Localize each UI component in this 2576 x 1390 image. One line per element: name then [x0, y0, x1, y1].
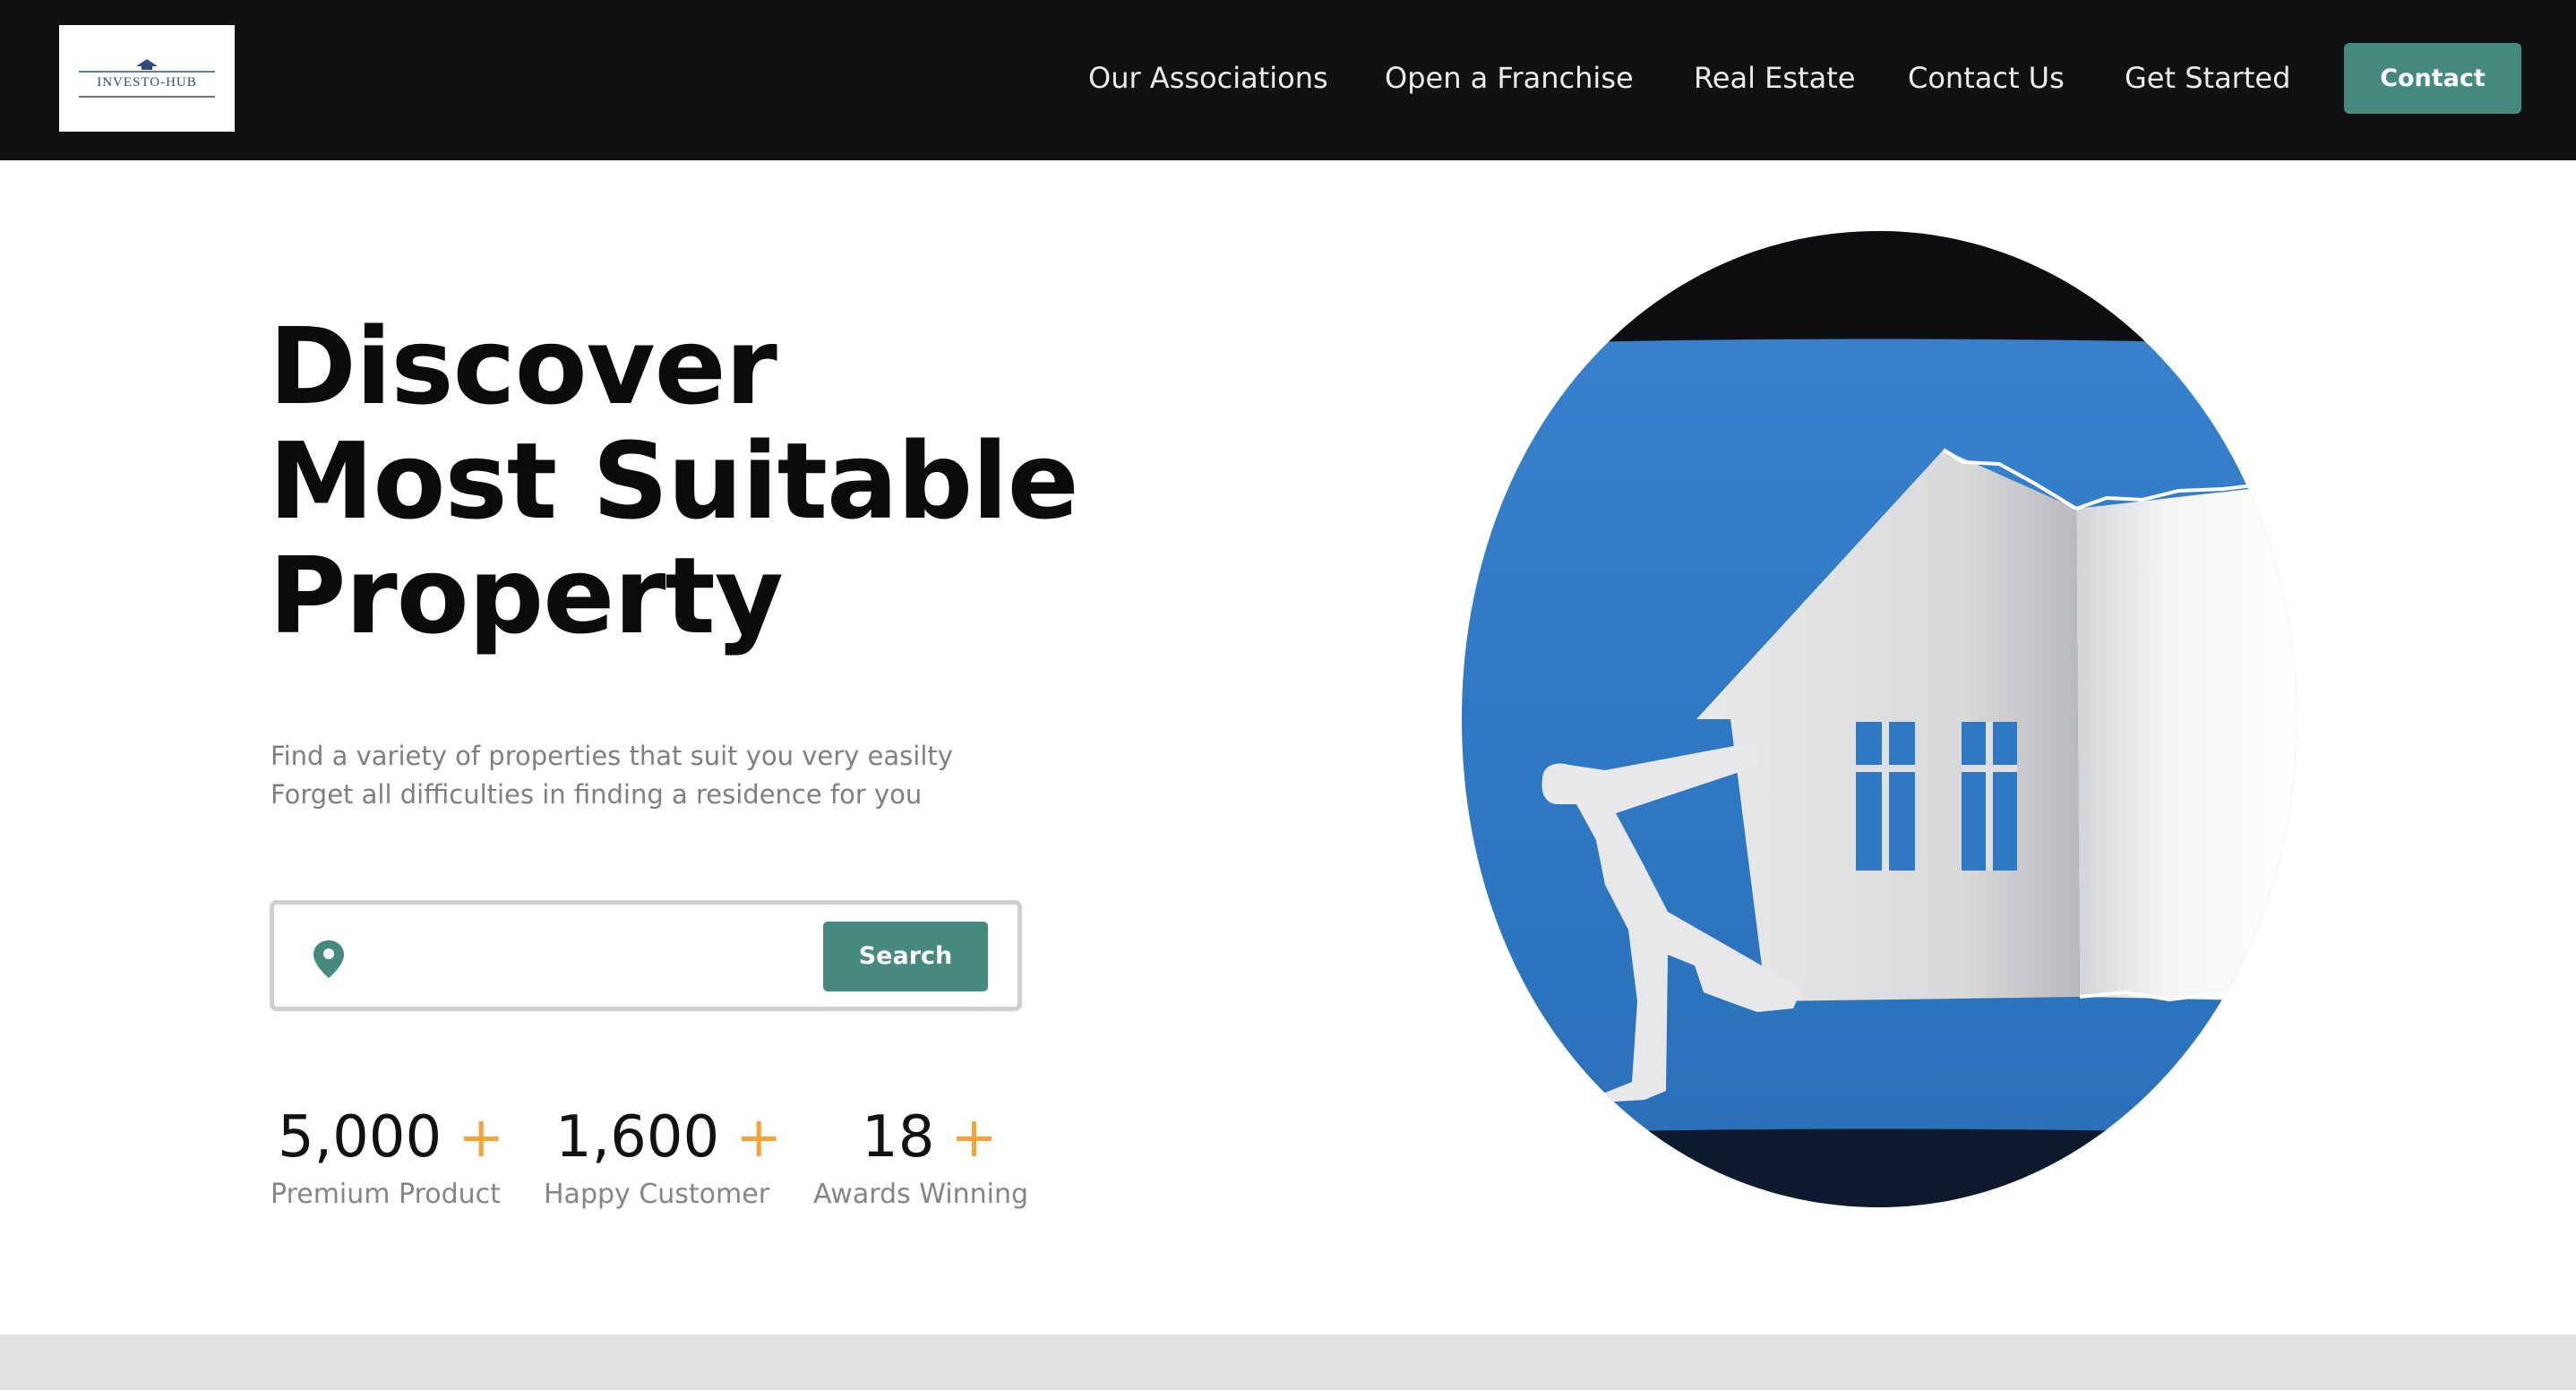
stat-label: Happy Customer [544, 1179, 770, 1210]
nav-open-a-franchise[interactable]: Open a Franchise [1385, 56, 1634, 100]
location-pin-icon [313, 940, 344, 978]
stat-happy-customer: 1,600 + [555, 1100, 782, 1175]
stat-label: Awards Winning [813, 1179, 1028, 1210]
stat-premium-product: 5,000 + [278, 1100, 504, 1175]
nav-contact-us[interactable]: Contact Us [1908, 56, 2065, 100]
investo-hub-logo[interactable]: INVESTO-HUB [59, 25, 235, 132]
stat-label: Premium Product [270, 1179, 501, 1210]
stat-plus: + [950, 1104, 998, 1170]
stat-number: 5,000 [278, 1104, 442, 1171]
search-button[interactable]: Search [823, 922, 988, 991]
house-puller-illustration [1462, 231, 2297, 1207]
next-section-strip [0, 1334, 2576, 1390]
contact-button[interactable]: Contact [2344, 43, 2521, 114]
nav-get-started[interactable]: Get Started [2125, 56, 2290, 100]
top-navigation-bar: INVESTO-HUB Our Associations Open a Fran… [0, 0, 2576, 160]
nav-real-estate[interactable]: Real Estate [1694, 56, 1855, 100]
logo-text: INVESTO-HUB [97, 75, 197, 90]
stat-plus: + [458, 1104, 505, 1170]
stat-number: 1,600 [555, 1104, 720, 1171]
hero-headline-line-3: Property [269, 534, 784, 657]
stat-plus: + [735, 1104, 783, 1170]
stat-number: 18 [862, 1104, 935, 1171]
hero-headline-line-1: Discover [269, 305, 777, 428]
location-search-box: Search [270, 900, 1022, 1011]
hero-headline-line-2: Most Suitable [269, 419, 1079, 543]
stat-awards-winning: 18 + [862, 1100, 997, 1175]
hero-subtext-line-2: Forget all difficulties in finding a res… [270, 779, 923, 810]
hero-subtext-line-1: Find a variety of properties that suit y… [270, 741, 953, 771]
location-search-input[interactable] [368, 922, 816, 989]
nav-our-associations[interactable]: Our Associations [1088, 56, 1328, 100]
